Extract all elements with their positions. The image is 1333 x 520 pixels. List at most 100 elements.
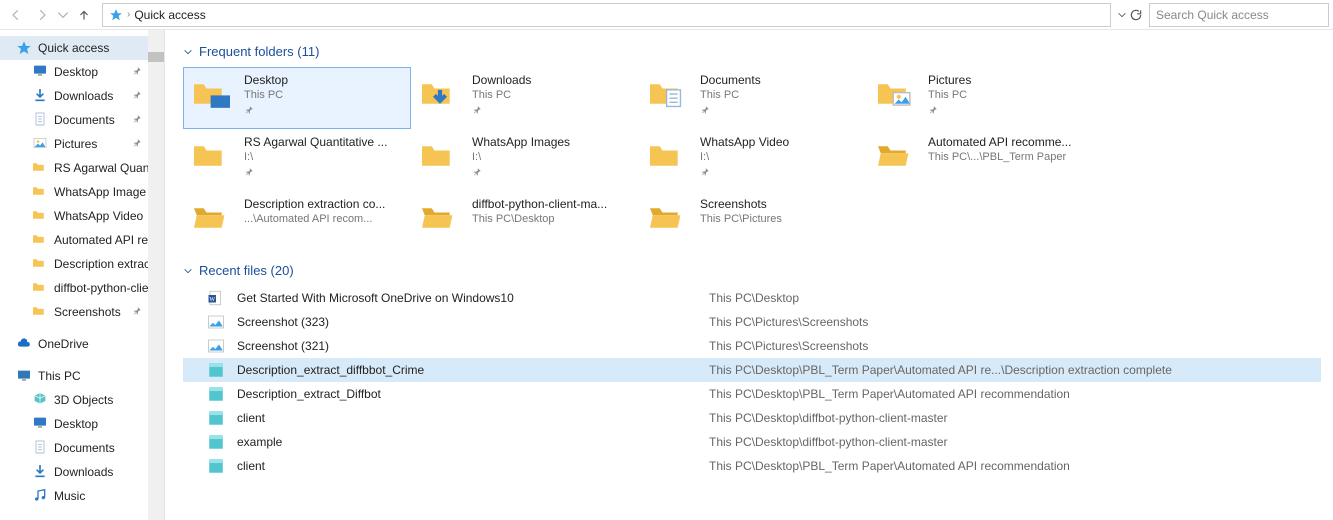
this-pc-icon [16,368,32,384]
documents-icon [32,111,48,130]
file-row[interactable]: client This PC\Desktop\PBL_Term Paper\Au… [183,454,1321,478]
pin-icon [132,90,144,103]
address-bar[interactable]: › Quick access [102,3,1111,27]
file-name: client [237,411,697,425]
nav-pinned-item[interactable]: Desktop [0,60,164,84]
forward-button[interactable] [30,3,54,27]
section-frequent-folders[interactable]: Frequent folders (11) [183,44,1321,59]
folder-tile[interactable]: Downloads This PC [411,67,639,129]
folder-tile[interactable]: Screenshots This PC\Pictures [639,191,867,253]
file-icon [207,433,225,451]
file-icon [207,361,225,379]
nav-pc-item[interactable]: Music [0,484,164,508]
folder-tile[interactable]: diffbot-python-client-ma... This PC\Desk… [411,191,639,253]
history-dropdown[interactable] [56,3,70,27]
folder-tile[interactable]: WhatsApp Images I:\ [411,129,639,191]
nav-recent-item[interactable]: diffbot-python-clien [0,276,164,300]
pin-icon [132,138,144,151]
folder-location: This PC [700,88,761,103]
folder-tile[interactable]: Pictures This PC [867,67,1095,129]
nav-pc-item[interactable]: Desktop [0,412,164,436]
folder-icon [32,279,48,298]
folder-tile[interactable]: RS Agarwal Quantitative ... I:\ [183,129,411,191]
folder-name: Pictures [928,72,971,88]
folder-icon [190,72,234,116]
nav-recent-item[interactable]: WhatsApp Image [0,180,164,204]
nav-recent-item[interactable]: Screenshots [0,300,164,324]
folder-name: RS Agarwal Quantitative ... [244,134,387,150]
nav-recent-item[interactable]: WhatsApp Video [0,204,164,228]
pin-icon [472,105,531,120]
nav-item-label: Desktop [54,65,98,79]
downloads-icon [32,463,48,482]
up-button[interactable] [72,3,96,27]
folder-location: I:\ [700,150,789,165]
folder-location: I:\ [472,150,570,165]
quick-access-star-icon [16,40,32,56]
file-name: Description_extract_diffbbot_Crime [237,363,697,377]
nav-item-label: WhatsApp Video [54,209,143,223]
nav-pinned-item[interactable]: Pictures [0,132,164,156]
nav-item-label: Documents [54,113,115,127]
nav-pc-item[interactable]: Downloads [0,460,164,484]
nav-item-label: 3D Objects [54,393,113,407]
file-path: This PC\Desktop [709,291,799,305]
search-input[interactable]: Search Quick access [1149,3,1329,27]
section-recent-files[interactable]: Recent files (20) [183,263,1321,278]
nav-pinned-item[interactable]: Downloads [0,84,164,108]
folder-name: Desktop [244,72,288,88]
pin-icon [700,105,761,120]
breadcrumb-root[interactable]: Quick access [134,8,205,22]
folder-icon [32,255,48,274]
back-button[interactable] [4,3,28,27]
nav-quick-access[interactable]: Quick access [0,36,164,60]
nav-pinned-item[interactable]: Documents [0,108,164,132]
file-row[interactable]: Screenshot (321) This PC\Pictures\Screen… [183,334,1321,358]
folder-tile[interactable]: Automated API recomme... This PC\...\PBL… [867,129,1095,191]
nav-item-label: Documents [54,441,115,455]
folder-icon [874,72,918,116]
folder-name: Downloads [472,72,531,88]
folder-name: Description extraction co... [244,196,385,212]
folder-tile[interactable]: Description extraction co... ...\Automat… [183,191,411,253]
folder-tile[interactable]: WhatsApp Video I:\ [639,129,867,191]
file-path: This PC\Desktop\PBL_Term Paper\Automated… [709,363,1172,377]
file-row[interactable]: Screenshot (323) This PC\Pictures\Screen… [183,310,1321,334]
pin-icon [244,105,288,120]
file-row[interactable]: example This PC\Desktop\diffbot-python-c… [183,430,1321,454]
folder-icon [32,207,48,226]
file-path: This PC\Pictures\Screenshots [709,315,868,329]
file-row[interactable]: W Get Started With Microsoft OneDrive on… [183,286,1321,310]
nav-onedrive[interactable]: OneDrive [0,332,164,356]
pin-icon [244,167,387,182]
nav-this-pc[interactable]: This PC [0,364,164,388]
nav-item-label: Screenshots [54,305,121,319]
file-icon: W [207,289,225,307]
folder-name: Screenshots [700,196,782,212]
pin-icon [928,105,971,120]
folder-grid: Desktop This PC Downloads This PC Docume… [183,67,1321,253]
file-row[interactable]: client This PC\Desktop\diffbot-python-cl… [183,406,1321,430]
refresh-button[interactable] [1129,8,1143,22]
nav-recent-item[interactable]: RS Agarwal Quan [0,156,164,180]
file-row[interactable]: Description_extract_Diffbot This PC\Desk… [183,382,1321,406]
folder-icon [646,134,690,178]
folder-icon [418,134,462,178]
nav-pc-item[interactable]: Documents [0,436,164,460]
nav-item-label: Description extractio [54,257,163,271]
3d-icon [32,391,48,410]
desktop-icon [32,63,48,82]
file-name: Get Started With Microsoft OneDrive on W… [237,291,697,305]
file-row[interactable]: Description_extract_diffbbot_Crime This … [183,358,1321,382]
nav-recent-item[interactable]: Description extractio [0,252,164,276]
content-pane: Frequent folders (11) Desktop This PC Do… [165,30,1333,520]
address-dropdown-icon[interactable] [1117,10,1127,20]
address-toolbar: › Quick access Search Quick access [0,0,1333,30]
folder-tile[interactable]: Documents This PC [639,67,867,129]
folder-tile[interactable]: Desktop This PC [183,67,411,129]
nav-item-label: Downloads [54,89,113,103]
nav-recent-item[interactable]: Automated API reco [0,228,164,252]
documents-icon [32,439,48,458]
nav-scrollbar[interactable] [148,30,164,520]
nav-pc-item[interactable]: 3D Objects [0,388,164,412]
